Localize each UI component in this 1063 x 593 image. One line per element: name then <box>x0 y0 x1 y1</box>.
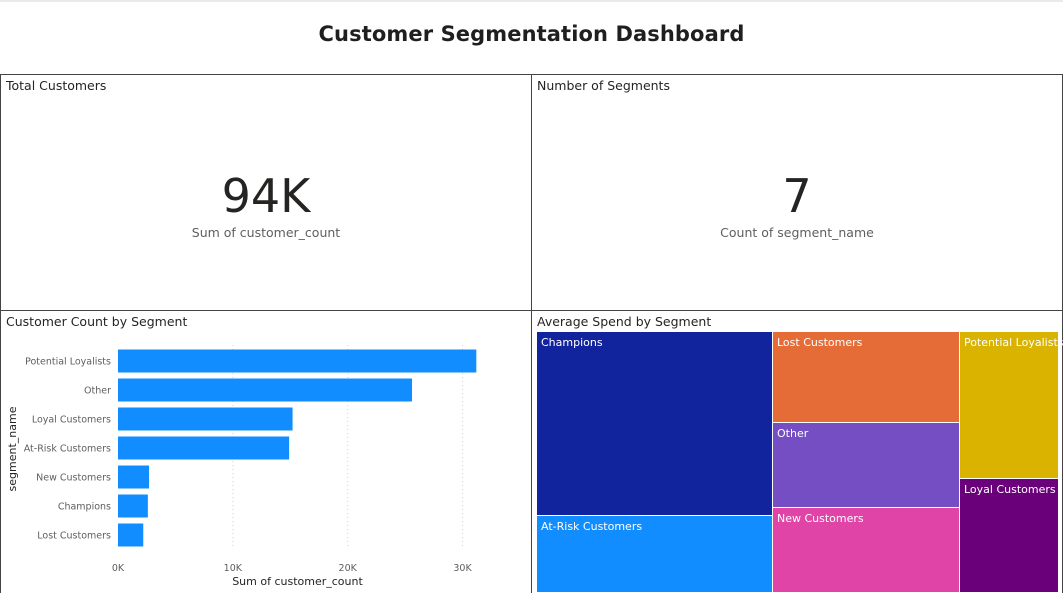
page-title: Customer Segmentation Dashboard <box>318 22 745 46</box>
average-spend-panel[interactable]: Average Spend by Segment Champions At-Ri… <box>531 310 1063 593</box>
treemap-label-at-risk-customers: At-Risk Customers <box>541 520 643 533</box>
treemap-label-other: Other <box>777 427 809 440</box>
number-of-segments-value: 7 <box>782 169 812 223</box>
x-tick-label: 10K <box>224 563 243 574</box>
treemap-label-champions: Champions <box>541 336 603 349</box>
total-customers-card[interactable]: Total Customers 94K Sum of customer_coun… <box>0 74 532 311</box>
y-tick-label: Lost Customers <box>37 531 111 542</box>
bar[interactable] <box>118 494 148 518</box>
treemap-cell-at-risk-customers[interactable]: At-Risk Customers <box>536 515 773 593</box>
bar[interactable] <box>118 523 144 547</box>
bar[interactable] <box>118 378 413 402</box>
treemap-label-new-customers: New Customers <box>777 512 864 525</box>
bar[interactable] <box>118 465 150 489</box>
treemap-label-lost-customers: Lost Customers <box>777 336 863 349</box>
y-tick-label: At-Risk Customers <box>24 444 111 455</box>
treemap-cell-champions[interactable]: Champions <box>536 331 773 516</box>
y-tick-label: New Customers <box>36 473 111 484</box>
customer-count-panel[interactable]: Customer Count by Segment Potential Loya… <box>0 310 532 593</box>
number-of-segments-label: Count of segment_name <box>720 225 874 240</box>
treemap-cell-loyal-customers[interactable]: Loyal Customers <box>959 478 1059 593</box>
total-customers-label: Sum of customer_count <box>191 225 341 240</box>
top-border <box>0 0 1063 2</box>
y-tick-label: Potential Loyalists <box>25 357 111 368</box>
treemap-cell-new-customers[interactable]: New Customers <box>772 507 960 593</box>
y-tick-label: Other <box>84 386 111 397</box>
y-tick-label: Loyal Customers <box>32 415 111 426</box>
treemap-cell-potential-loyalists[interactable]: Potential Loyalists <box>959 331 1063 479</box>
x-axis-title: Sum of customer_count <box>232 575 363 588</box>
x-tick-label: 30K <box>453 563 472 574</box>
bar[interactable] <box>118 436 290 460</box>
bar[interactable] <box>118 349 477 373</box>
total-customers-title: Total Customers <box>6 78 107 93</box>
number-of-segments-card[interactable]: Number of Segments 7 Count of segment_na… <box>531 74 1063 311</box>
average-spend-title: Average Spend by Segment <box>537 314 712 329</box>
treemap-label-potential-loyalists: Potential Loyalists <box>964 336 1063 349</box>
customer-count-bar-chart: Potential Loyalists Other Loyal Customers A… <box>6 345 477 588</box>
y-axis-title: segment_name <box>6 406 19 491</box>
treemap-cell-other[interactable]: Other <box>772 422 960 508</box>
x-tick-label: 0K <box>112 563 125 574</box>
number-of-segments-title: Number of Segments <box>537 78 670 93</box>
treemap-cell-lost-customers[interactable]: Lost Customers <box>772 331 960 423</box>
bar[interactable] <box>118 407 293 431</box>
total-customers-value: 94K <box>221 169 311 223</box>
x-tick-label: 20K <box>339 563 358 574</box>
treemap-label-loyal-customers: Loyal Customers <box>964 483 1056 496</box>
y-tick-label: Champions <box>58 502 111 513</box>
